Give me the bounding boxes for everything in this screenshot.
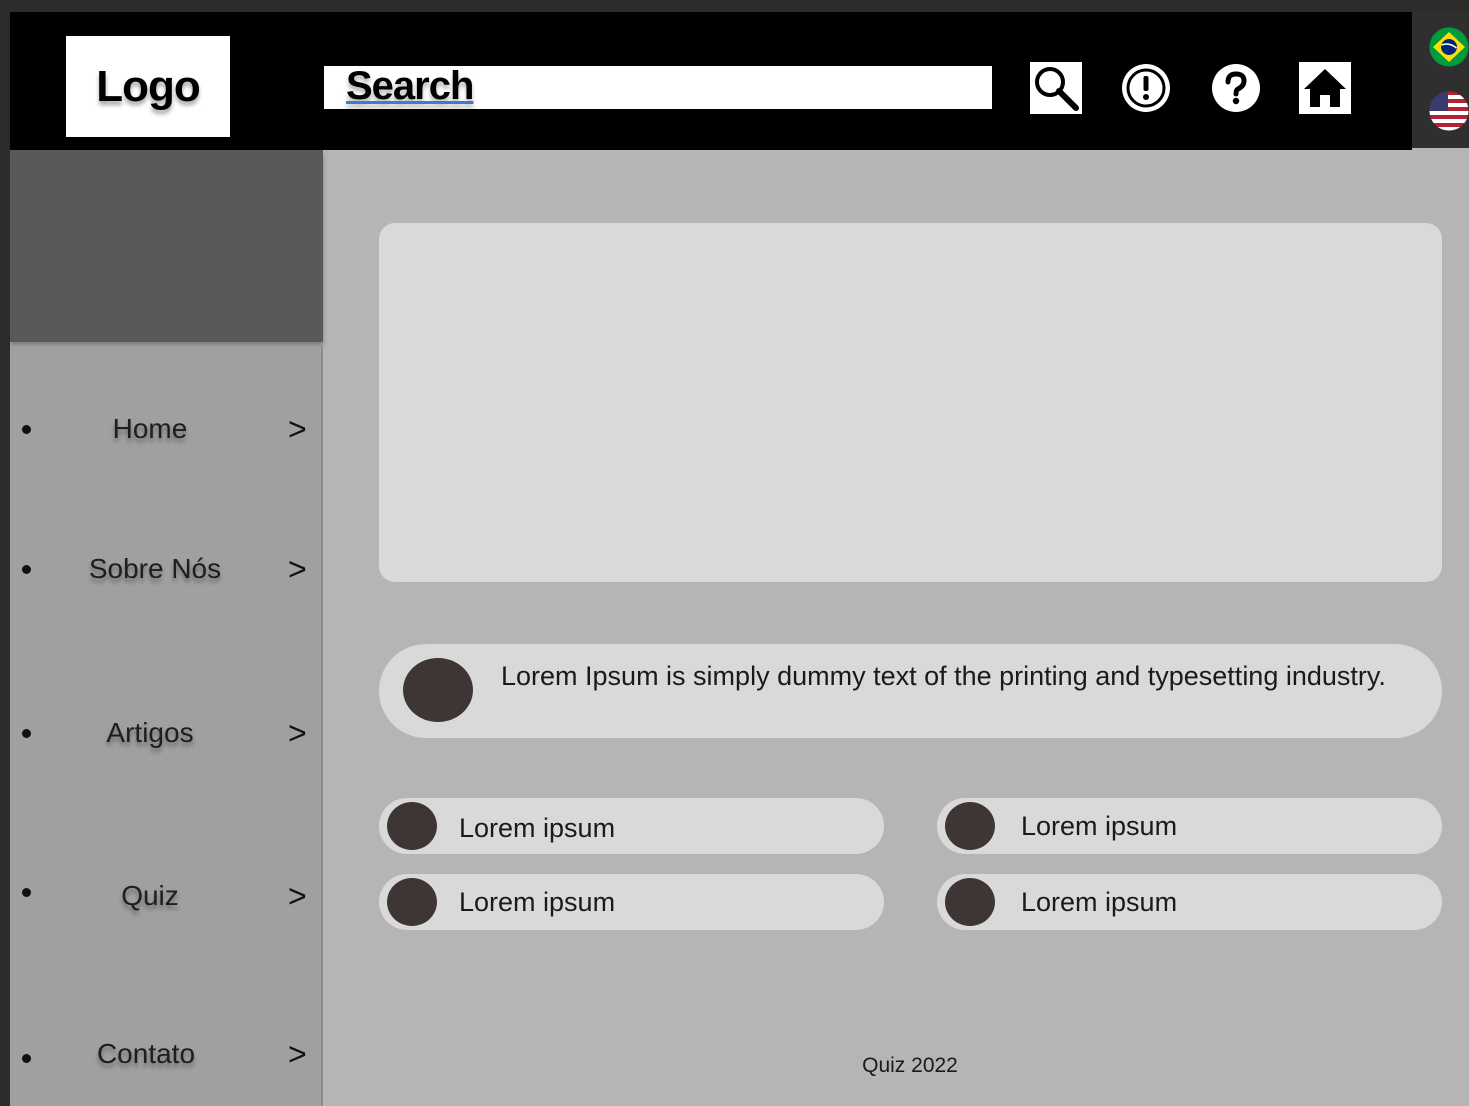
bullet-icon	[22, 888, 31, 897]
option-label: Lorem ipsum	[459, 887, 616, 917]
search-icon[interactable]	[1030, 62, 1082, 114]
avatar	[403, 658, 473, 722]
language-switcher	[1412, 12, 1469, 148]
sidebar-item-sobre-nos[interactable]: Sobre Nós >	[10, 549, 323, 589]
bullet-icon	[22, 729, 31, 738]
chevron-right-icon: >	[288, 411, 307, 447]
option-label: Lorem ipsum	[1021, 887, 1178, 917]
sidebar-item-artigos[interactable]: Artigos >	[10, 713, 323, 753]
sidebar-item-label: Sobre Nós	[88, 553, 222, 584]
sidebar-item-label: Artigos	[106, 717, 194, 748]
option-radio[interactable]	[945, 878, 995, 926]
help-icon[interactable]	[1210, 62, 1262, 114]
sidebar-item-quiz[interactable]: Quiz >	[10, 876, 323, 916]
option-radio[interactable]	[387, 802, 437, 850]
answer-option[interactable]: Lorem ipsum	[379, 874, 884, 930]
option-label: Lorem ipsum	[459, 813, 616, 843]
logo[interactable]: Logo	[66, 36, 230, 137]
sidebar-item-contato[interactable]: Contato >	[10, 1034, 323, 1074]
usa-flag-icon[interactable]	[1428, 90, 1469, 132]
top-header: Logo Search	[10, 12, 1412, 150]
brazil-flag-icon[interactable]	[1428, 26, 1469, 68]
option-radio[interactable]	[387, 878, 437, 926]
answer-option[interactable]: Lorem ipsum	[937, 874, 1442, 930]
footer-text: Quiz 2022	[862, 1054, 958, 1077]
hero-placeholder	[379, 223, 1442, 582]
sidebar-banner	[10, 150, 323, 342]
chevron-right-icon: >	[288, 878, 307, 914]
sidebar-item-label: Home	[112, 413, 188, 444]
sidebar-item-label: Quiz	[121, 880, 179, 911]
option-label: Lorem ipsum	[1021, 811, 1178, 841]
bullet-icon	[22, 425, 31, 434]
bullet-icon	[22, 565, 31, 574]
chevron-right-icon: >	[288, 551, 307, 587]
question-card: Lorem Ipsum is simply dummy text of the …	[379, 644, 1442, 738]
answer-option[interactable]: Lorem ipsum	[379, 798, 884, 854]
app-frame: Logo Search Home > Sobre Nós > Artigos >…	[10, 12, 1469, 1106]
bullet-icon	[22, 1054, 31, 1063]
sidebar: Home > Sobre Nós > Artigos > Quiz > Cont…	[10, 346, 323, 1106]
sidebar-item-label: Contato	[96, 1038, 196, 1069]
search-input[interactable]	[324, 66, 992, 109]
chevron-right-icon: >	[288, 715, 307, 751]
home-icon[interactable]	[1299, 62, 1351, 114]
answer-option[interactable]: Lorem ipsum	[937, 798, 1442, 854]
question-text: Lorem Ipsum is simply dummy text of the …	[501, 661, 1386, 691]
chevron-right-icon: >	[288, 1036, 307, 1072]
option-radio[interactable]	[945, 802, 995, 850]
sidebar-item-home[interactable]: Home >	[10, 409, 323, 449]
alert-icon[interactable]	[1120, 62, 1172, 114]
